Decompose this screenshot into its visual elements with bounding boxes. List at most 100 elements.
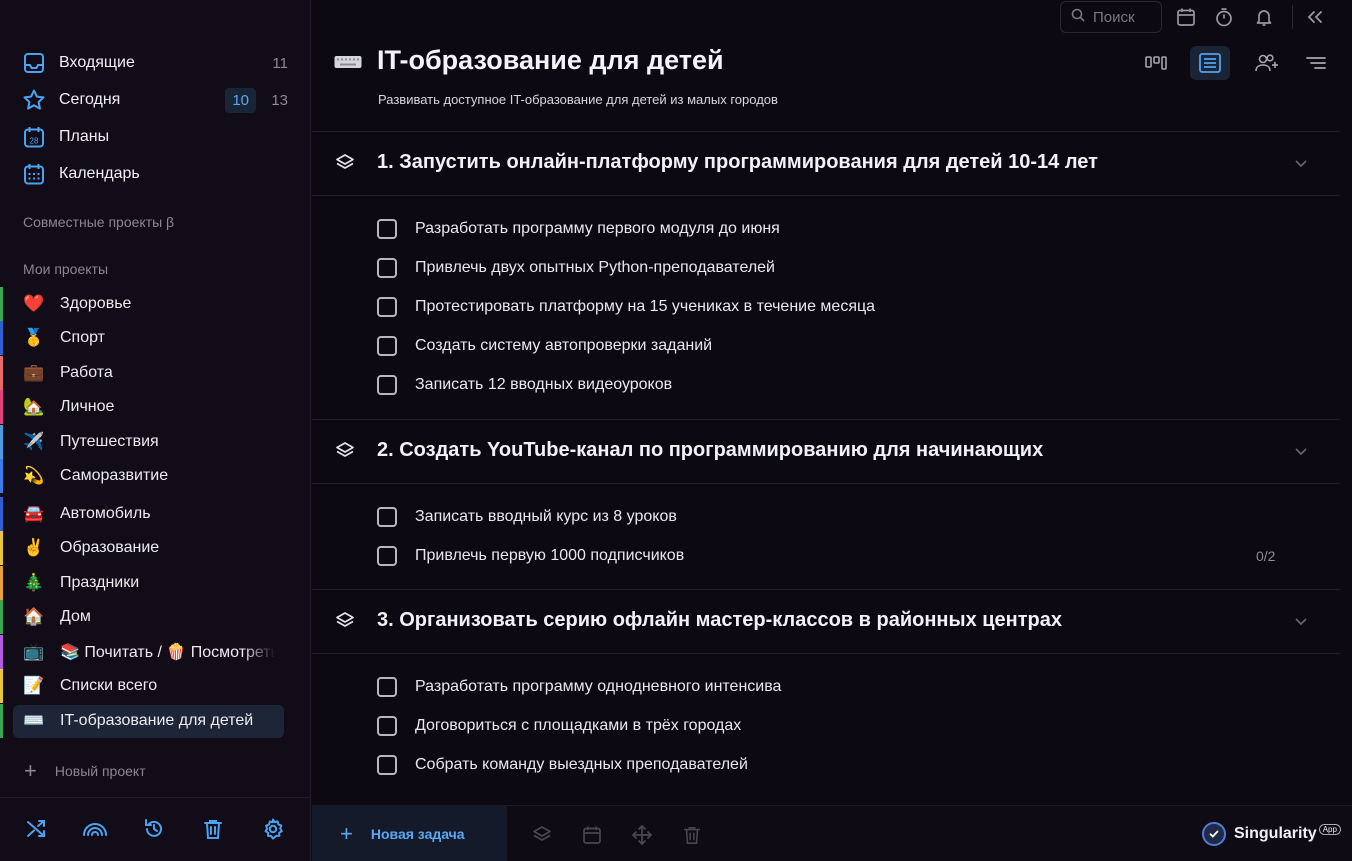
- nav-today[interactable]: Сегодня 10 13: [22, 85, 292, 115]
- search-placeholder: Поиск: [1093, 8, 1135, 26]
- nav-plans[interactable]: 28 Планы: [22, 122, 292, 152]
- task-item[interactable]: Разработать программу первого модуля до …: [312, 210, 1312, 249]
- board-view-icon[interactable]: [1136, 46, 1176, 80]
- calendar-icon[interactable]: [580, 823, 604, 847]
- layers-icon: [334, 440, 356, 462]
- sidebar-footer: [0, 797, 311, 861]
- task-checkbox[interactable]: [377, 677, 397, 697]
- project-item-read-watch[interactable]: 📺 📚 Почитать / 🍿 Посмотреть: [0, 635, 292, 669]
- goal-title: 2. Создать YouTube-канал по программиров…: [377, 439, 1044, 461]
- search-input[interactable]: Поиск: [1060, 1, 1162, 33]
- timer-icon[interactable]: [1212, 5, 1236, 29]
- nav-today-label: Сегодня: [59, 91, 121, 108]
- toolbar-divider: [1292, 5, 1293, 29]
- project-item-health[interactable]: ❤️ Здоровье: [0, 287, 292, 321]
- project-name: Работа: [60, 364, 113, 381]
- task-item[interactable]: Договориться с площадками в трёх городах: [312, 707, 1312, 746]
- trash-icon[interactable]: [680, 823, 704, 847]
- project-color-bar: [0, 669, 3, 703]
- goal-header[interactable]: 3. Организовать серию офлайн мастер-клас…: [312, 590, 1340, 652]
- victory-hand-emoji-icon: ✌️: [23, 538, 45, 557]
- keyboard-emoji-icon: ⌨️: [23, 711, 45, 730]
- project-name: Спорт: [60, 329, 105, 346]
- nav-inbox-label: Входящие: [59, 54, 135, 71]
- task-label: Разработать программу однодневного интен…: [415, 678, 782, 695]
- tv-emoji-icon: 📺: [23, 642, 45, 661]
- bell-icon[interactable]: [1252, 5, 1276, 29]
- task-checkbox[interactable]: [377, 375, 397, 395]
- project-item-self-development[interactable]: 💫 Саморазвитие: [0, 459, 292, 493]
- airplane-emoji-icon: ✈️: [23, 432, 45, 451]
- task-checkbox[interactable]: [377, 507, 397, 527]
- nav-plans-label: Планы: [59, 128, 110, 145]
- brand-badge: App: [1318, 823, 1341, 835]
- project-item-it-education[interactable]: ⌨️ IT-образование для детей: [0, 704, 292, 738]
- project-color-bar: [0, 497, 3, 531]
- christmas-tree-emoji-icon: 🎄: [23, 573, 45, 592]
- task-checkbox[interactable]: [377, 219, 397, 239]
- rainbow-icon[interactable]: [82, 816, 108, 842]
- task-checkbox[interactable]: [377, 336, 397, 356]
- task-item[interactable]: Собрать команду выездных преподавателей: [312, 746, 1312, 785]
- task-item[interactable]: Записать 12 вводных видеоуроков: [312, 366, 1312, 405]
- goal-header[interactable]: 1. Запустить онлайн-платформу программир…: [312, 132, 1340, 194]
- add-user-icon[interactable]: [1247, 46, 1287, 80]
- nav-calendar[interactable]: Календарь: [22, 159, 292, 189]
- layers-icon: [334, 610, 356, 632]
- project-item-travel[interactable]: ✈️ Путешествия: [0, 425, 292, 459]
- new-project-button[interactable]: + Новый проект: [24, 760, 146, 782]
- project-name: Автомобиль: [60, 505, 151, 522]
- chevron-down-icon[interactable]: [1292, 154, 1310, 172]
- memo-emoji-icon: 📝: [23, 676, 45, 695]
- task-checkbox[interactable]: [377, 716, 397, 736]
- layers-icon[interactable]: [530, 823, 554, 847]
- trash-icon[interactable]: [200, 816, 226, 842]
- new-task-label: Новая задача: [370, 826, 465, 842]
- nav-calendar-label: Календарь: [59, 165, 140, 182]
- project-item-sport[interactable]: 🥇 Спорт: [0, 321, 292, 355]
- nav-inbox[interactable]: Входящие 11: [22, 48, 292, 78]
- move-icon[interactable]: [630, 823, 654, 847]
- task-checkbox[interactable]: [377, 546, 397, 566]
- project-color-bar: [0, 600, 3, 634]
- task-item[interactable]: Привлечь двух опытных Python-преподавате…: [312, 249, 1312, 288]
- my-projects-heading: Мои проекты: [23, 261, 109, 277]
- divider: [312, 653, 1340, 654]
- chevron-down-icon[interactable]: [1292, 612, 1310, 630]
- sort-icon[interactable]: [1296, 46, 1336, 80]
- sidebar: Входящие 11 Сегодня 10 13 28 Планы Кален…: [0, 0, 311, 861]
- task-item[interactable]: Записать вводный курс из 8 уроков: [312, 498, 1312, 537]
- settings-icon[interactable]: [260, 816, 286, 842]
- new-task-button[interactable]: + Новая задача: [312, 806, 507, 861]
- goal-header[interactable]: 2. Создать YouTube-канал по программиров…: [312, 420, 1340, 482]
- task-item[interactable]: Протестировать платформу на 15 учениках …: [312, 288, 1312, 327]
- project-item-personal[interactable]: 🏡 Личное: [0, 390, 292, 424]
- task-checkbox[interactable]: [377, 297, 397, 317]
- task-checkbox[interactable]: [377, 755, 397, 775]
- briefcase-emoji-icon: 💼: [23, 363, 45, 382]
- shared-projects-heading[interactable]: Совместные проекты β: [23, 214, 174, 230]
- history-icon[interactable]: [141, 816, 167, 842]
- task-checkbox[interactable]: [377, 258, 397, 278]
- page-subtitle[interactable]: Развивать доступное IT-образование для д…: [378, 92, 778, 107]
- project-item-car[interactable]: 🚘 Автомобиль: [0, 497, 292, 531]
- keyboard-icon: [334, 54, 362, 72]
- task-label: Протестировать платформу на 15 учениках …: [415, 298, 876, 315]
- chevron-down-icon[interactable]: [1292, 442, 1310, 460]
- page-title[interactable]: IT-образование для детей: [377, 45, 724, 76]
- list-view-icon[interactable]: [1190, 46, 1230, 80]
- project-item-work[interactable]: 💼 Работа: [0, 356, 292, 390]
- project-item-holidays[interactable]: 🎄 Праздники: [0, 566, 292, 600]
- project-item-education[interactable]: ✌️ Образование: [0, 531, 292, 565]
- shuffle-icon[interactable]: [23, 816, 49, 842]
- project-color-bar: [0, 459, 3, 493]
- project-item-lists[interactable]: 📝 Списки всего: [0, 669, 292, 703]
- project-item-home[interactable]: 🏠 Дом: [0, 600, 292, 634]
- collapse-icon[interactable]: [1303, 5, 1327, 29]
- project-name: Путешествия: [60, 433, 159, 450]
- task-item[interactable]: Привлечь первую 1000 подписчиков 0/2: [312, 537, 1312, 576]
- calendar-icon[interactable]: [1174, 5, 1198, 29]
- project-name: Списки всего: [60, 677, 158, 694]
- task-item[interactable]: Разработать программу однодневного интен…: [312, 668, 1312, 707]
- task-item[interactable]: Создать систему автопроверки заданий: [312, 327, 1312, 366]
